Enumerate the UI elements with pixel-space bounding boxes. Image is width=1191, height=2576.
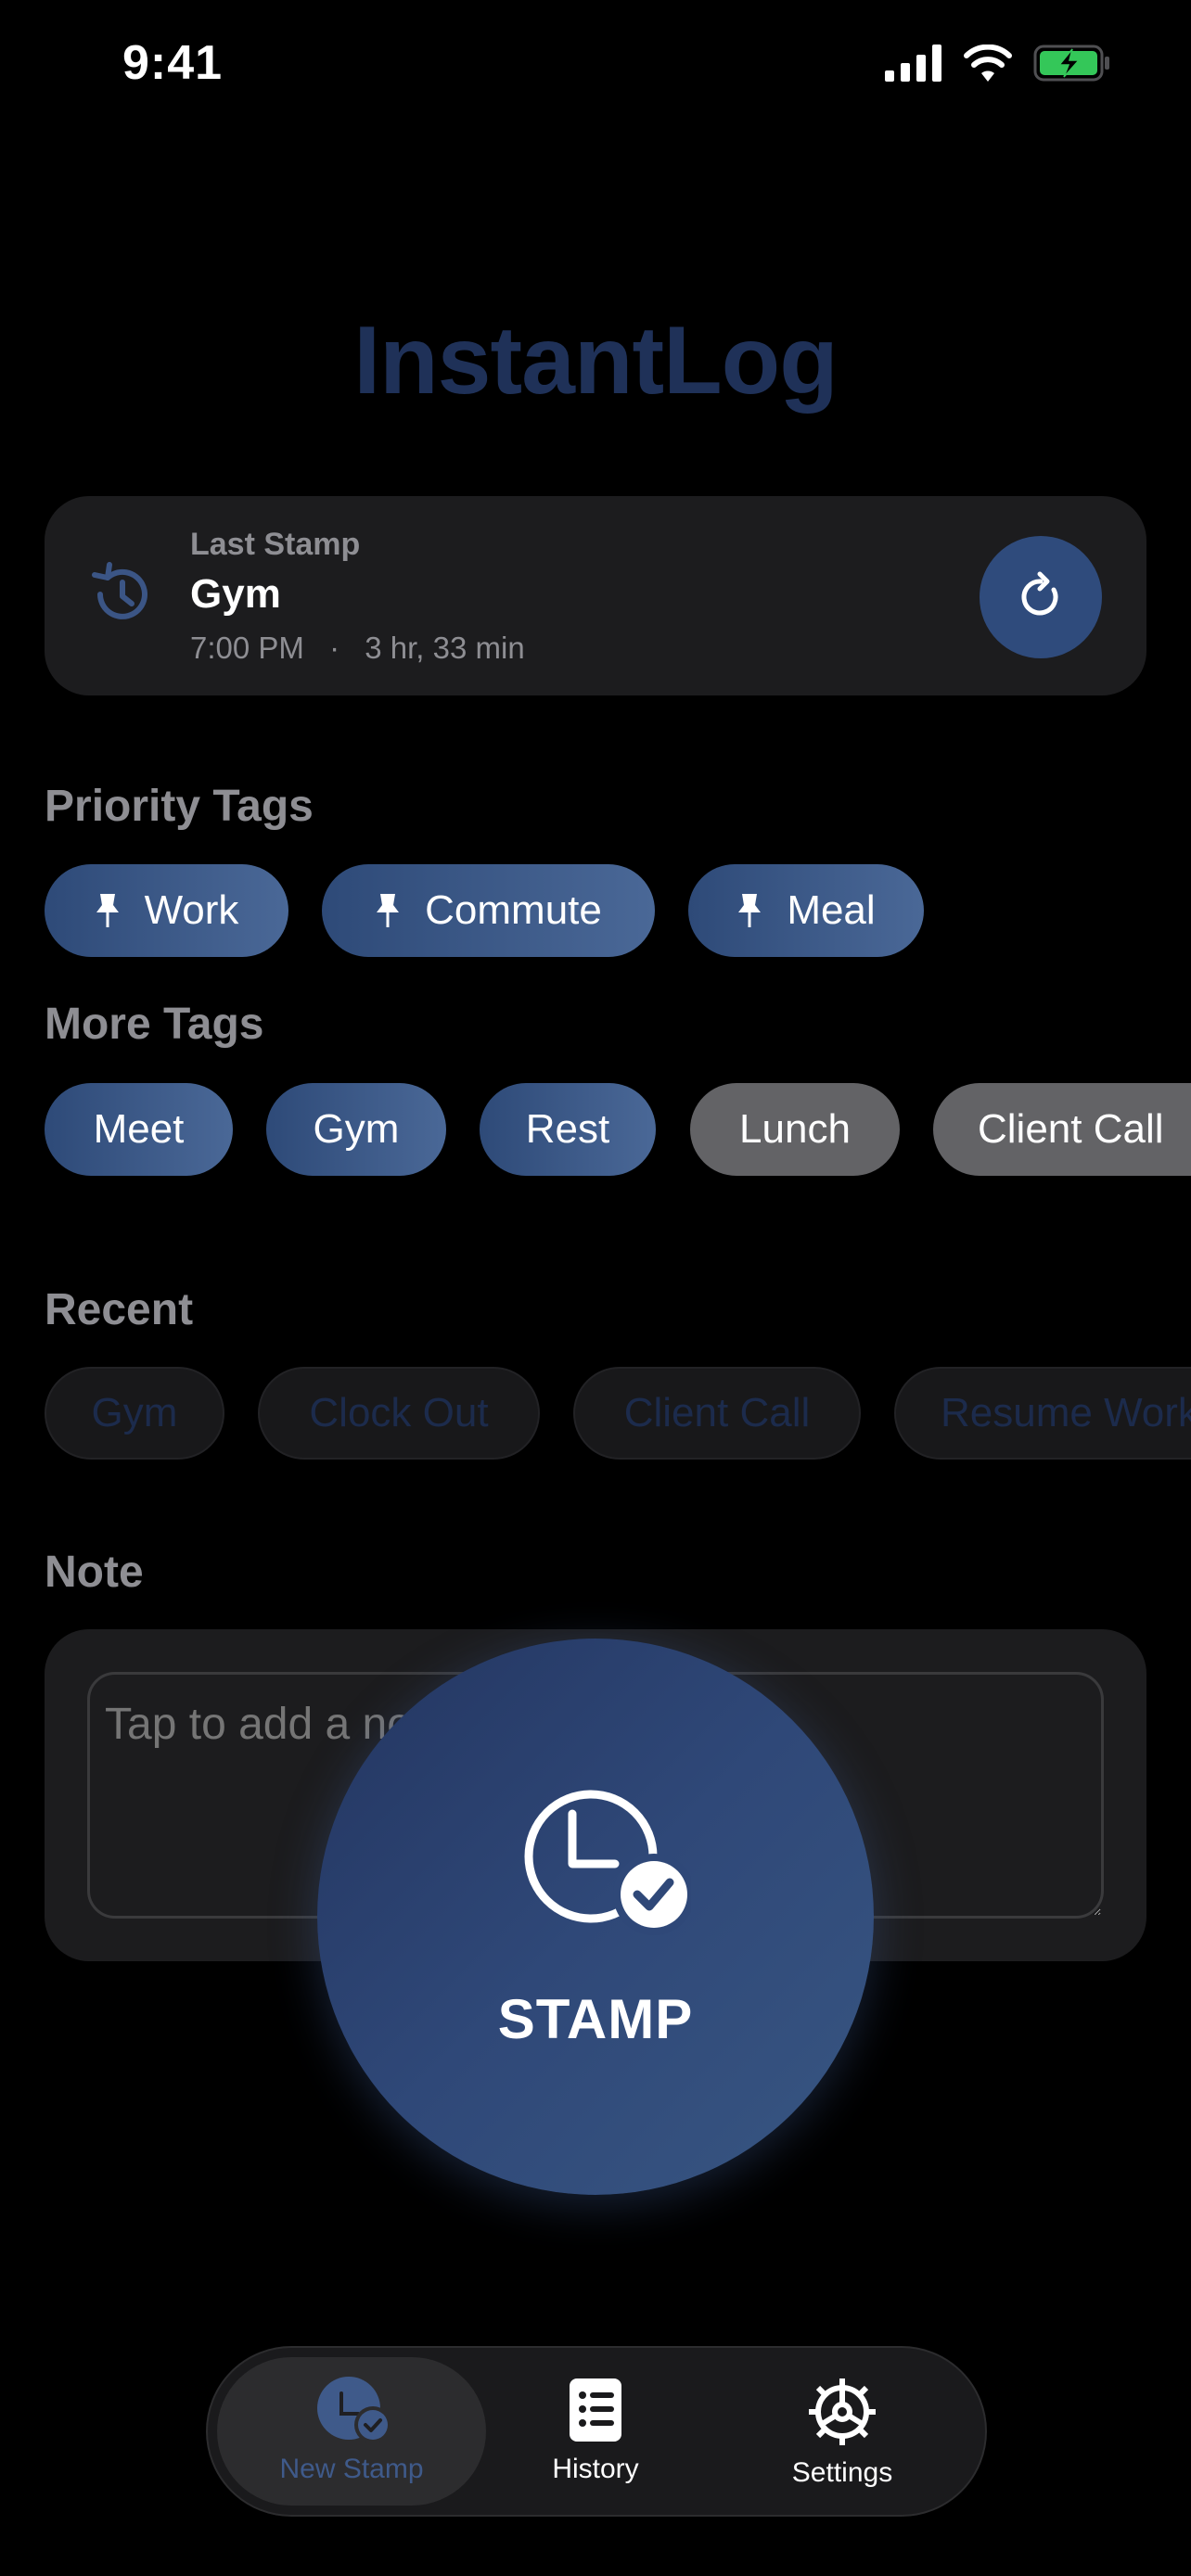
tab-new-stamp[interactable]: New Stamp [231, 2377, 472, 2485]
meta-separator: · [329, 631, 340, 665]
priority-tag-label: Work [144, 887, 239, 933]
more-tag-client-call[interactable]: Client Call [933, 1083, 1191, 1176]
tab-history[interactable]: History [475, 2377, 716, 2485]
more-tag-gym[interactable]: Gym [266, 1083, 446, 1176]
recent-item[interactable]: Gym [45, 1367, 224, 1460]
last-stamp-name: Gym [190, 571, 281, 617]
tab-label: New Stamp [279, 2454, 424, 2484]
pin-icon [96, 894, 119, 927]
list-icon [570, 2378, 621, 2442]
note-title: Note [45, 1548, 144, 1597]
more-tag-meet[interactable]: Meet [45, 1083, 233, 1176]
last-stamp-meta: 7:00 PM · 3 hr, 33 min [190, 631, 525, 666]
recent-item[interactable]: Resume Work [894, 1367, 1191, 1460]
tab-label: Settings [791, 2457, 893, 2488]
last-stamp-label: Last Stamp [190, 527, 361, 562]
app-title: InstantLog [353, 307, 838, 414]
stamp-label: STAMP [497, 1988, 694, 2050]
more-tag-lunch[interactable]: Lunch [690, 1083, 900, 1176]
priority-tag-label: Meal [787, 887, 876, 933]
more-tags-title: More Tags [45, 1000, 264, 1049]
wifi-icon [964, 45, 1012, 82]
clock-check-icon [524, 1790, 691, 1935]
last-stamp-duration: 3 hr, 33 min [365, 631, 525, 665]
more-tag-rest[interactable]: Rest [480, 1083, 656, 1176]
status-time: 9:41 [122, 36, 224, 90]
signal-icon [885, 45, 941, 82]
tab-settings[interactable]: Settings [722, 2377, 963, 2489]
pin-icon [738, 894, 762, 927]
last-stamp-time: 7:00 PM [190, 631, 304, 665]
status-icons [885, 45, 1111, 82]
recent-item[interactable]: Client Call [573, 1367, 861, 1460]
priority-tag-meal[interactable]: Meal [688, 864, 924, 957]
recent-item[interactable]: Clock Out [258, 1367, 540, 1460]
gear-icon [809, 2378, 876, 2445]
recent-title: Recent [45, 1285, 194, 1334]
pin-icon [377, 894, 400, 927]
priority-tag-work[interactable]: Work [45, 864, 288, 957]
priority-tag-commute[interactable]: Commute [322, 864, 655, 957]
tab-label: History [552, 2454, 639, 2484]
clock-check-icon [317, 2377, 391, 2443]
history-icon [92, 562, 147, 619]
repeat-icon [1021, 571, 1058, 616]
battery-charging-icon [1033, 45, 1109, 82]
priority-tag-label: Commute [425, 887, 602, 933]
repeat-last-button[interactable] [980, 536, 1102, 658]
priority-tags-title: Priority Tags [45, 782, 314, 831]
